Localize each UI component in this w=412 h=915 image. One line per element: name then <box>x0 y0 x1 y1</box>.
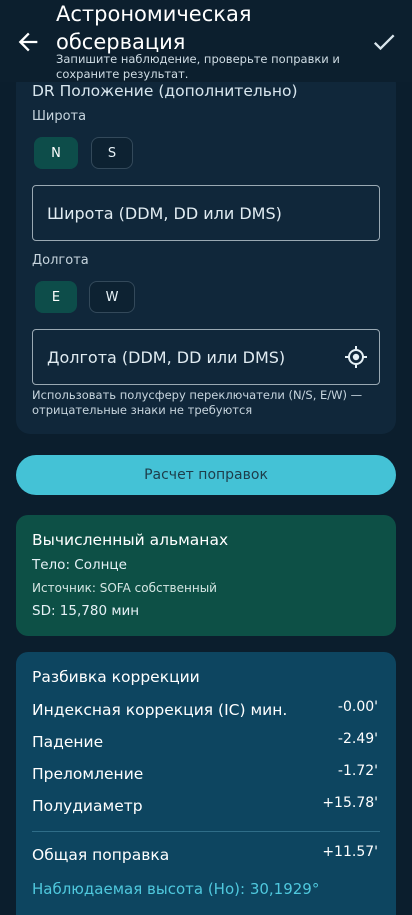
correction-value-index: -0.00' <box>337 699 378 715</box>
use-location-button[interactable] <box>344 345 368 369</box>
almanac-semidiameter: SD: 15,780 мин <box>32 603 140 619</box>
hemisphere-w-chip[interactable]: W <box>89 281 135 313</box>
observed-altitude: Наблюдаемая высота (Ho): 30,1929° <box>32 880 320 898</box>
hemisphere-n-chip[interactable]: N <box>34 137 78 169</box>
correction-label-semidiameter: Полудиаметр <box>32 797 143 815</box>
correction-value-semidiameter: +15.78' <box>322 795 378 811</box>
hemisphere-s-chip[interactable]: S <box>91 137 133 169</box>
page-subtitle: Запишите наблюдение, проверьте поправки … <box>56 52 340 81</box>
almanac-body: Тело: Солнце <box>32 557 127 573</box>
hemisphere-e-chip[interactable]: E <box>35 281 77 313</box>
check-icon <box>373 34 395 51</box>
page-title: Астрономическая обсервация <box>56 2 252 54</box>
longitude-label: Долгота <box>32 253 89 268</box>
correction-value-dip: -2.49' <box>337 731 378 747</box>
latitude-input[interactable] <box>32 185 380 241</box>
crosshair-icon <box>345 346 367 368</box>
correction-label-refraction: Преломление <box>32 765 144 783</box>
app-bar: Астрономическая обсервация Запишите набл… <box>0 0 412 82</box>
total-correction-label: Общая поправка <box>32 846 170 864</box>
correction-label-dip: Падение <box>32 733 104 751</box>
corrections-divider <box>32 831 380 832</box>
almanac-source: Источник: SOFA собственный <box>32 581 217 595</box>
total-correction-value: +11.57' <box>322 844 378 860</box>
latitude-label: Широта <box>32 109 87 124</box>
hemisphere-hint: Использовать полусферу переключатели (N/… <box>32 388 363 417</box>
correction-label-index: Индексная коррекция (IC) мин. <box>32 701 288 719</box>
confirm-button[interactable] <box>370 28 398 56</box>
dr-position-title: DR Положение (дополнительно) <box>32 82 298 100</box>
correction-value-refraction: -1.72' <box>337 763 378 779</box>
longitude-input[interactable] <box>32 329 380 385</box>
corrections-card <box>16 652 396 915</box>
arrow-left-icon <box>18 32 38 52</box>
back-button[interactable] <box>14 28 42 56</box>
corrections-title: Разбивка коррекции <box>32 668 200 686</box>
calculate-corrections-button[interactable]: Расчет поправок <box>16 455 396 495</box>
almanac-title: Вычисленный альманах <box>32 531 229 549</box>
